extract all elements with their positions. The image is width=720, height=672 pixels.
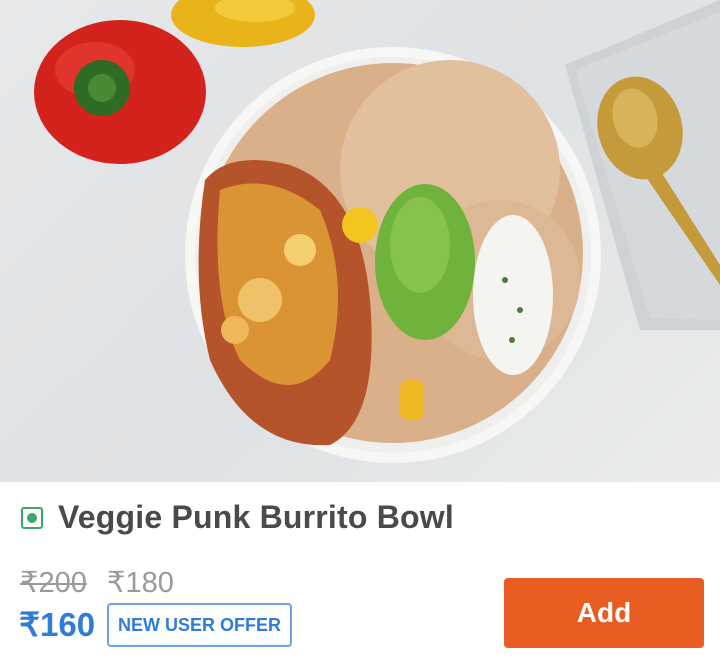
product-image xyxy=(0,0,720,482)
product-title: Veggie Punk Burrito Bowl xyxy=(58,499,454,535)
discounted-price: ₹180 xyxy=(107,567,174,599)
original-price: ₹200 xyxy=(20,567,87,599)
offer-badge: NEW USER OFFER xyxy=(107,603,292,647)
veg-indicator-icon xyxy=(21,507,43,529)
add-button[interactable]: Add xyxy=(504,578,704,648)
offer-price: ₹160 xyxy=(19,606,96,643)
